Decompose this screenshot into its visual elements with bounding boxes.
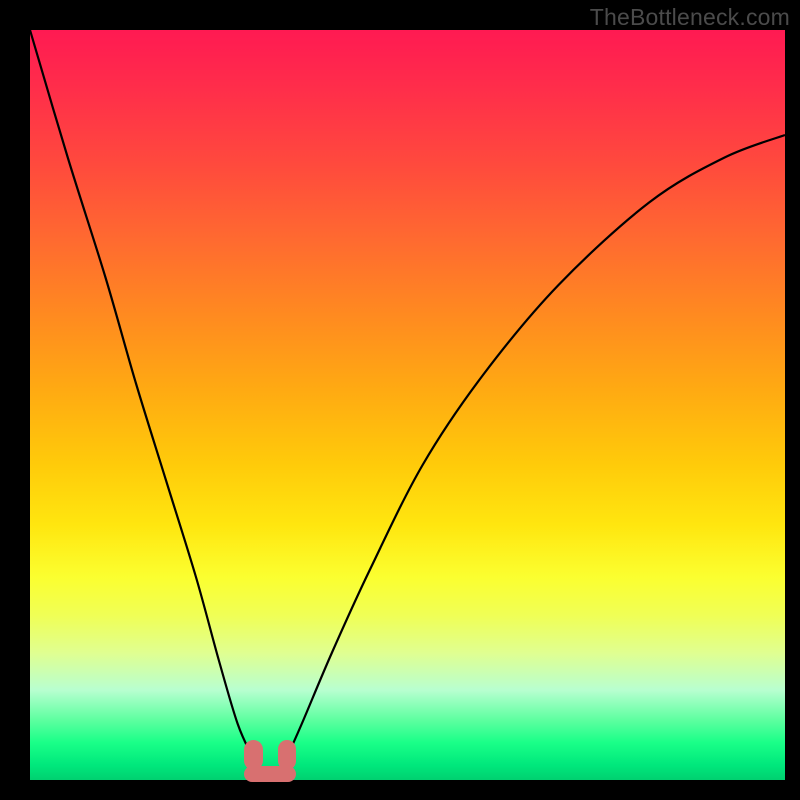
- watermark-text: TheBottleneck.com: [590, 4, 790, 31]
- chart-frame: TheBottleneck.com: [0, 0, 800, 800]
- foot-bridge: [244, 766, 295, 783]
- plot-area: [30, 30, 785, 780]
